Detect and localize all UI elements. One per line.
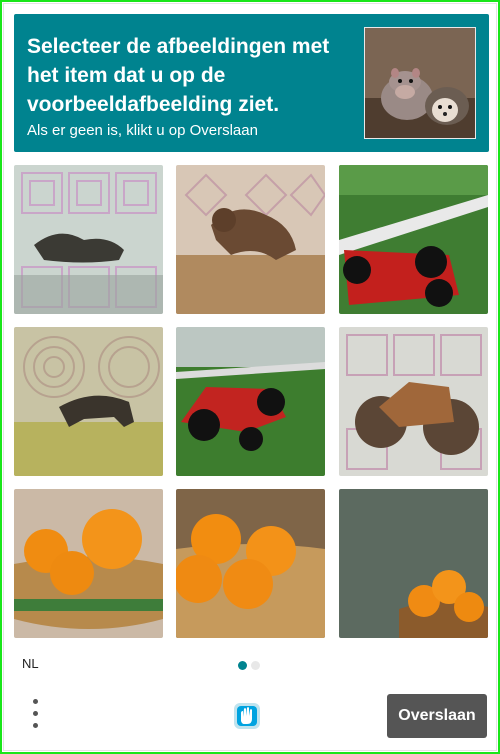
more-dot-icon (33, 723, 38, 728)
grid-tile-9[interactable] (339, 489, 488, 638)
grid-tile-3[interactable] (339, 165, 488, 314)
more-options-button[interactable] (26, 699, 46, 733)
grid-tile-4[interactable] (14, 327, 163, 476)
language-selector[interactable]: NL (22, 656, 39, 671)
grid-tile-2[interactable] (176, 165, 325, 314)
prompt-subtitle: Als er geen is, klikt u op Overslaan (27, 122, 258, 139)
page-dot-active (238, 661, 247, 670)
more-dot-icon (33, 711, 38, 716)
grid-tile-7[interactable] (14, 489, 163, 638)
prompt-title: Selecteer de afbeeldingen met het item d… (27, 35, 330, 116)
sample-image (364, 27, 476, 139)
more-dot-icon (33, 699, 38, 704)
skip-button[interactable]: Overslaan (387, 694, 487, 738)
page-indicator (238, 657, 264, 670)
grid-tile-8[interactable] (176, 489, 325, 638)
page-dot (251, 661, 260, 670)
hand-logo-icon (230, 699, 264, 733)
grid-tile-6[interactable] (339, 327, 488, 476)
grid-tile-1[interactable] (14, 165, 163, 314)
prompt-header: Selecteer de afbeeldingen met het item d… (14, 14, 489, 152)
grid-tile-5[interactable] (176, 327, 325, 476)
